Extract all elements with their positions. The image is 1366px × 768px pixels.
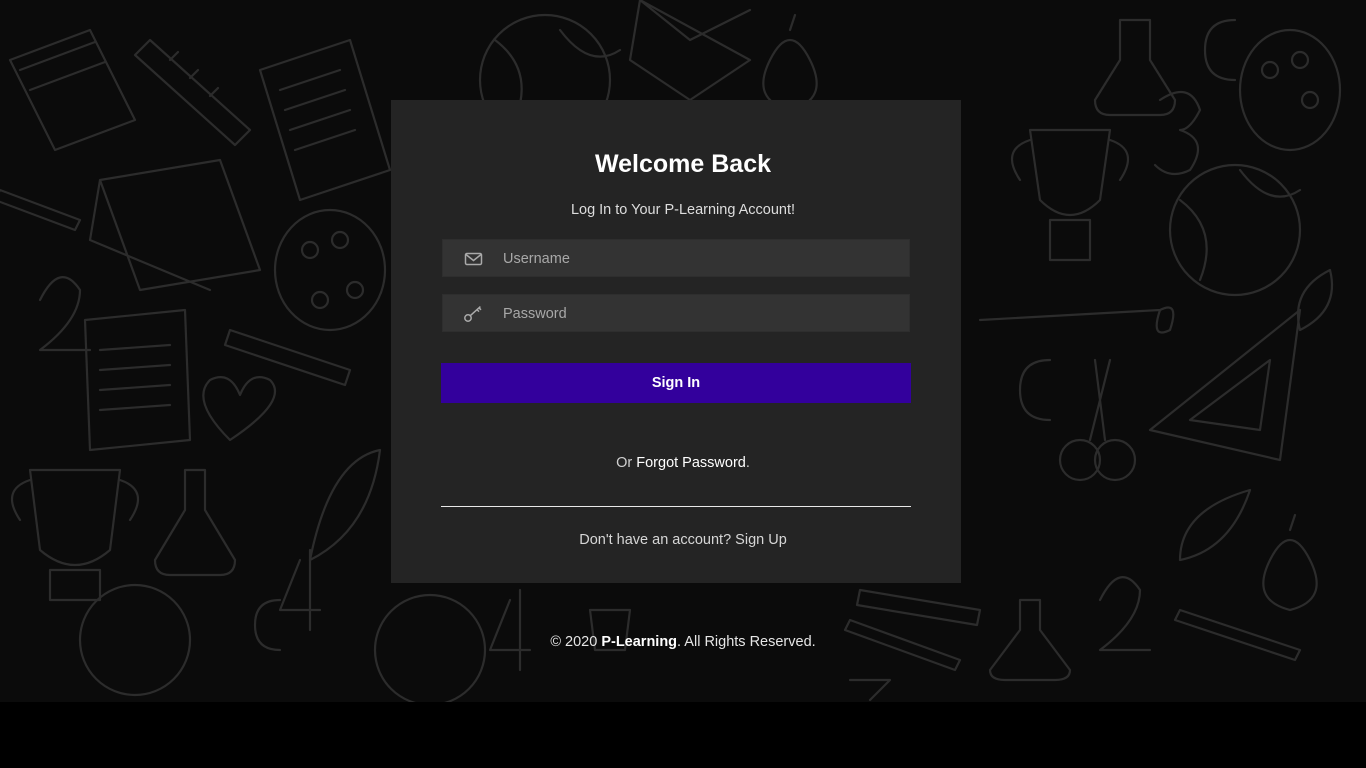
ruler-doodle-icon xyxy=(855,588,982,627)
letter-c-doodle-icon xyxy=(1203,18,1237,82)
paper-doodle-icon xyxy=(83,308,192,452)
book-doodle-icon xyxy=(628,0,752,102)
forgot-password-link[interactable]: Forgot Password xyxy=(636,455,746,471)
ruler-doodle-icon xyxy=(133,38,252,147)
key-icon xyxy=(463,305,485,323)
signup-prompt: Don't have an account? xyxy=(579,532,736,548)
number-7-doodle-icon xyxy=(848,678,892,702)
footer-copyright: © 2020 P-Learning. All Rights Reserved. xyxy=(0,634,1366,650)
letter-c-doodle-icon xyxy=(1018,358,1052,422)
password-field[interactable] xyxy=(442,294,910,333)
leaf-doodle-icon xyxy=(1296,268,1334,332)
palette-doodle-icon xyxy=(1238,28,1342,152)
apple-doodle-icon xyxy=(1262,513,1318,612)
forgot-password-line: Or Forgot Password. xyxy=(0,455,1366,471)
leaf-doodle-icon xyxy=(1178,488,1252,562)
book-doodle-icon xyxy=(88,158,262,292)
page-title: Welcome Back xyxy=(594,150,771,178)
divider xyxy=(441,506,911,507)
forgot-prefix: Or xyxy=(616,455,637,471)
username-input[interactable] xyxy=(501,240,905,278)
number-4-doodle-icon xyxy=(278,548,322,632)
footer-suffix: . All Rights Reserved. xyxy=(677,634,816,650)
heart-doodle-icon xyxy=(202,376,276,442)
signup-line: Don't have an account? Sign Up xyxy=(0,532,1366,548)
number-2-doodle-icon xyxy=(38,276,92,352)
sign-up-link[interactable]: Sign Up xyxy=(735,532,787,548)
login-subtitle: Log In to Your P-Learning Account! xyxy=(570,202,796,218)
footer-prefix: © 2020 xyxy=(550,634,602,650)
password-input[interactable] xyxy=(501,295,905,333)
ruler-doodle-icon xyxy=(223,328,352,387)
number-4-doodle-icon xyxy=(488,588,532,672)
book-doodle-icon xyxy=(8,28,137,152)
flask-doodle-icon xyxy=(1093,18,1177,117)
triangle-doodle-icon xyxy=(1148,308,1302,462)
palette-doodle-icon xyxy=(273,208,387,332)
envelope-icon xyxy=(463,250,485,268)
apple-doodle-icon xyxy=(762,13,818,112)
footer-brand: P-Learning xyxy=(601,634,678,650)
sign-in-button[interactable]: Sign In xyxy=(441,363,911,403)
brush-doodle-icon xyxy=(978,306,1175,334)
globe-doodle-icon xyxy=(1168,163,1302,297)
username-field[interactable] xyxy=(442,239,910,278)
forgot-suffix: . xyxy=(745,455,750,471)
flask-doodle-icon xyxy=(153,468,237,577)
